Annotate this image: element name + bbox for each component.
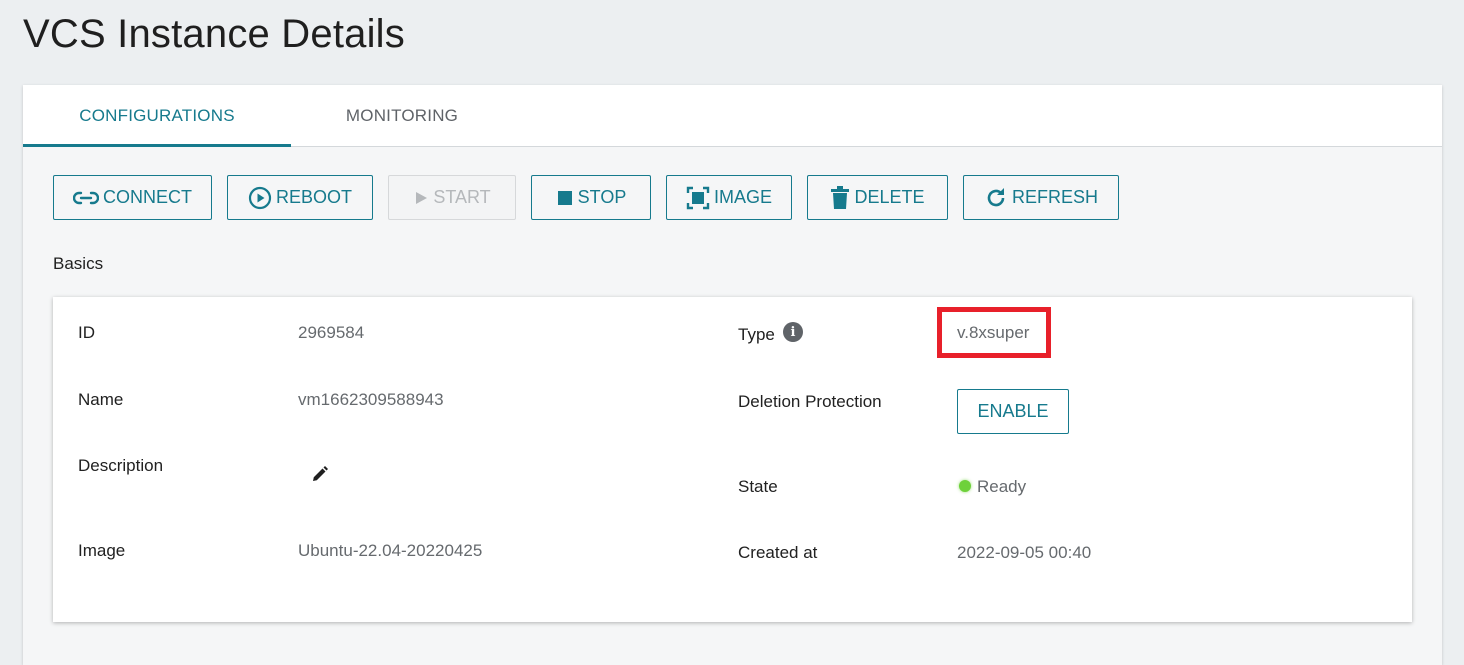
type-label: Type <box>738 325 775 344</box>
stop-icon <box>556 189 574 207</box>
info-icon[interactable]: i <box>783 322 803 342</box>
created-at-value: 2022-09-05 00:40 <box>957 543 1092 562</box>
refresh-label: REFRESH <box>1011 187 1098 207</box>
page-title: VCS Instance Details <box>23 12 405 56</box>
state-value: Ready <box>977 477 1027 496</box>
basics-panel: ID 2969584 Name vm1662309588943 Descript… <box>53 297 1412 622</box>
stop-label: STOP <box>577 187 627 207</box>
play-circle-icon <box>248 186 272 210</box>
image-label: IMAGE <box>713 187 772 207</box>
image-frame-icon <box>686 186 710 210</box>
image-button[interactable]: IMAGE <box>666 175 792 220</box>
deletion-protection-label: Deletion Protection <box>738 392 882 411</box>
tab-configurations[interactable]: CONFIGURATIONS <box>23 85 291 147</box>
tab-bar: CONFIGURATIONS MONITORING <box>23 85 1442 147</box>
tab-configurations-label: CONFIGURATIONS <box>79 105 235 125</box>
refresh-icon <box>984 186 1008 210</box>
enable-deletion-protection-button[interactable]: ENABLE <box>957 389 1069 434</box>
name-label: Name <box>78 390 124 409</box>
start-label: START <box>433 187 491 207</box>
connect-label: CONNECT <box>103 187 192 207</box>
trash-icon <box>830 185 850 210</box>
id-value: 2969584 <box>298 323 365 342</box>
pencil-icon[interactable] <box>312 466 328 487</box>
stop-button[interactable]: STOP <box>531 175 651 220</box>
basics-heading: Basics <box>53 254 104 273</box>
reboot-button[interactable]: REBOOT <box>227 175 373 220</box>
image-value: Ubuntu-22.04-20220425 <box>298 541 483 560</box>
id-label: ID <box>78 323 95 342</box>
active-tab-indicator <box>23 144 291 147</box>
image-label-field: Image <box>78 541 126 560</box>
tab-monitoring[interactable]: MONITORING <box>291 85 513 146</box>
delete-label: DELETE <box>854 187 925 207</box>
start-button[interactable]: START <box>388 175 516 220</box>
name-value: vm1662309588943 <box>298 390 444 409</box>
instance-card: CONFIGURATIONS MONITORING CONNECT REBOOT… <box>23 85 1442 665</box>
created-at-label: Created at <box>738 543 818 562</box>
reboot-label: REBOOT <box>275 187 352 207</box>
play-icon <box>413 190 429 206</box>
type-value: v.8xsuper <box>957 323 1030 342</box>
status-dot-icon <box>959 480 971 492</box>
description-label: Description <box>78 456 164 475</box>
connect-button[interactable]: CONNECT <box>53 175 212 220</box>
link-icon <box>73 191 99 205</box>
refresh-button[interactable]: REFRESH <box>963 175 1119 220</box>
tab-monitoring-label: MONITORING <box>345 105 459 125</box>
delete-button[interactable]: DELETE <box>807 175 948 220</box>
state-label: State <box>738 477 778 496</box>
